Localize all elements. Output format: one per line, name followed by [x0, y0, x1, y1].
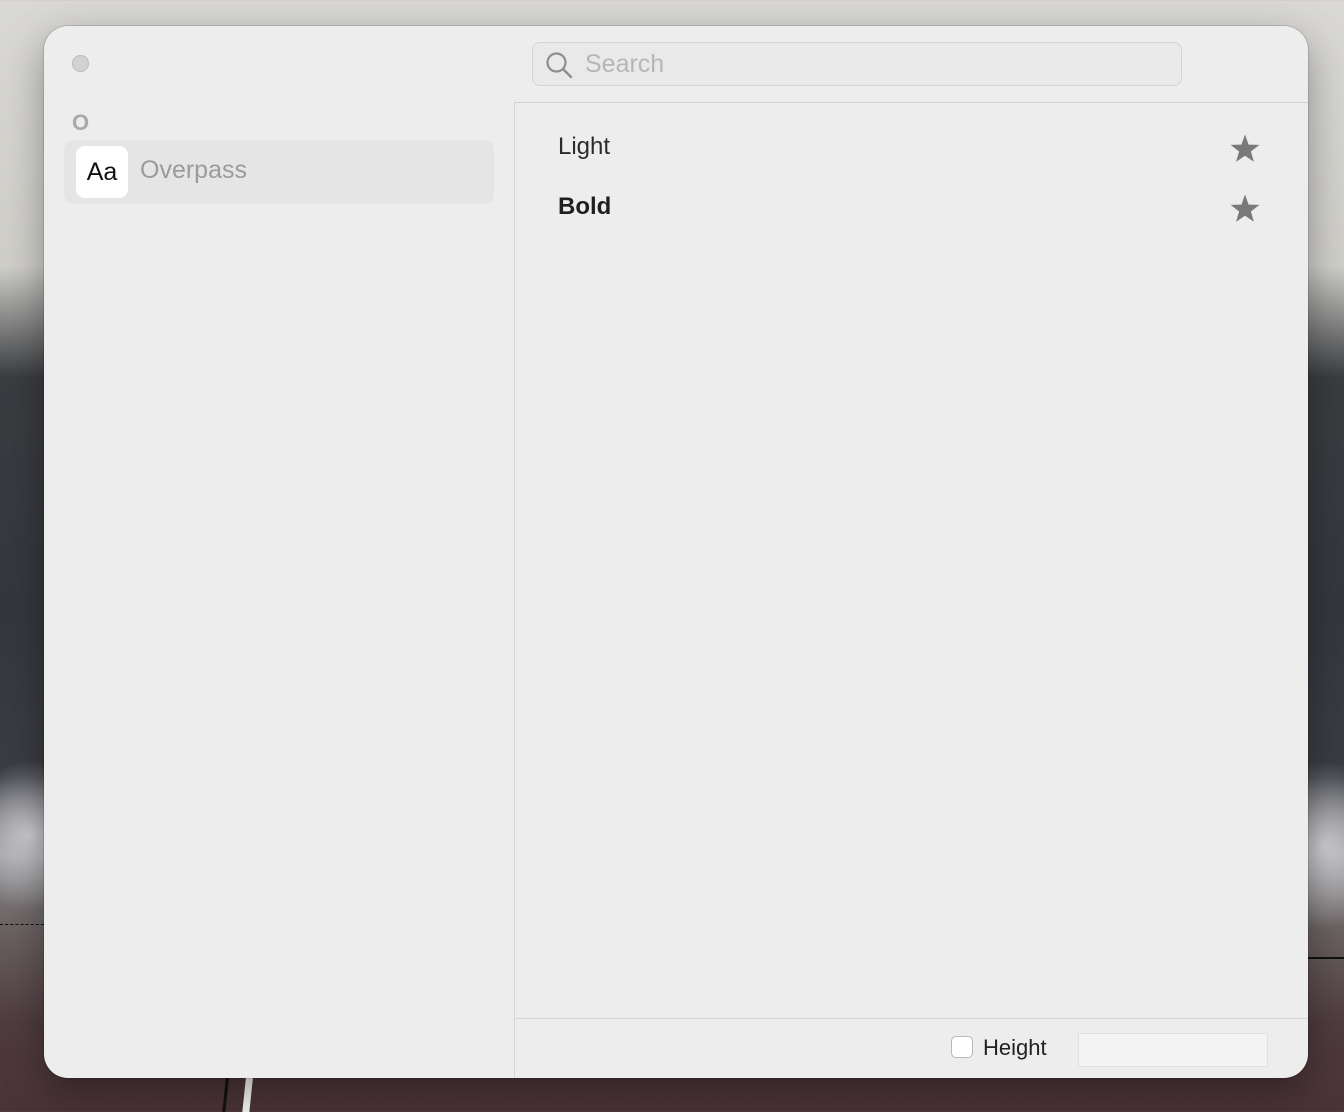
section-header-letter: O: [72, 110, 90, 135]
background-stroke: [241, 1076, 254, 1112]
height-value-field[interactable]: [1078, 1033, 1268, 1067]
close-window-button[interactable]: [72, 55, 89, 72]
star-icon[interactable]: [1229, 193, 1261, 225]
font-family-name: Overpass: [140, 156, 247, 184]
font-panel-window: O Aa Overpass Light Bold Height: [44, 26, 1308, 1078]
footer-bar: Height: [514, 1018, 1308, 1078]
search-input[interactable]: [585, 43, 1165, 85]
typeface-name: Light: [558, 133, 611, 160]
typeface-name: Bold: [558, 193, 612, 220]
search-icon: [546, 52, 573, 79]
font-family-item-overpass[interactable]: Aa Overpass: [64, 140, 494, 204]
search-field[interactable]: [532, 42, 1182, 86]
background-line: [1308, 957, 1344, 959]
height-label: Height: [983, 1035, 1047, 1060]
typeface-list: Light Bold: [514, 102, 1308, 1019]
star-icon[interactable]: [1229, 133, 1261, 165]
height-checkbox[interactable]: [951, 1036, 973, 1058]
typeface-row-light[interactable]: Light: [515, 119, 1308, 179]
background-stroke: [221, 1076, 230, 1112]
typeface-row-bold[interactable]: Bold: [515, 179, 1308, 239]
background-dashed-line: [0, 924, 44, 925]
font-preview-icon: Aa: [76, 146, 128, 198]
